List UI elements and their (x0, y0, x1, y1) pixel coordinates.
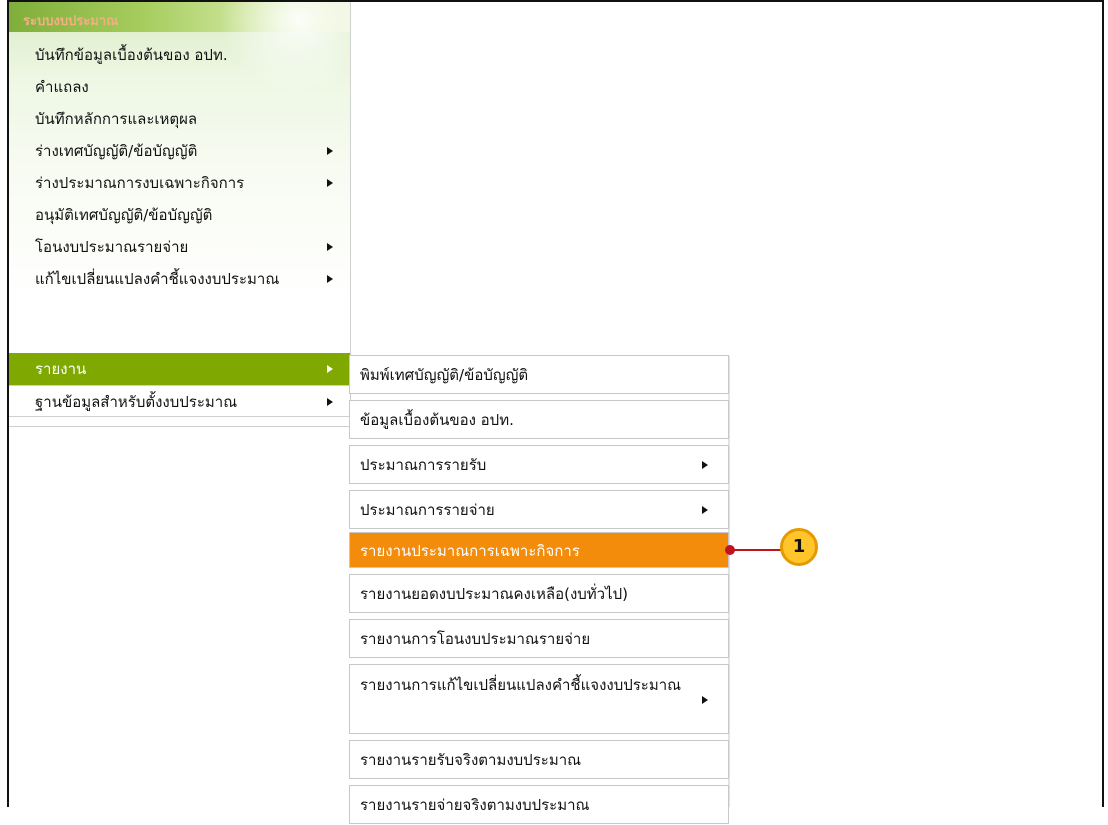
sidebar-item-draft-special-budget[interactable]: ร่างประมาณการงบเฉพาะกิจการ (9, 167, 350, 199)
sidebar-item-transfer-budget[interactable]: โอนงบประมาณรายจ่าย (9, 231, 350, 263)
submenu-item-actual-expense-report[interactable]: รายงานรายจ่ายจริงตามงบประมาณ (349, 785, 729, 824)
submenu-item-label: รายงานรายจ่ายจริงตามงบประมาณ (360, 796, 590, 814)
callout-badge: 1 (780, 528, 818, 566)
sidebar-item-label: โอนงบประมาณรายจ่าย (35, 238, 189, 256)
submenu-item-expense-estimate[interactable]: ประมาณการรายจ่าย (349, 490, 729, 529)
submenu-arrow-icon (702, 506, 708, 514)
submenu-item-actual-revenue-report[interactable]: รายงานรายรับจริงตามงบประมาณ (349, 740, 729, 779)
submenu-item-initial-data[interactable]: ข้อมูลเบื้องต้นของ อปท. (349, 400, 729, 439)
submenu-item-edit-explanation-report[interactable]: รายงานการแก้ไขเปลี่ยนแปลงคำชี้แจงงบประมา… (349, 664, 729, 734)
submenu-item-label: ข้อมูลเบื้องต้นของ อปท. (360, 411, 514, 429)
sidebar-item-edit-explanation[interactable]: แก้ไขเปลี่ยนแปลงคำชี้แจงงบประมาณ (9, 263, 350, 295)
sidebar-item-label: คำแถลง (35, 78, 89, 96)
submenu-item-revenue-estimate[interactable]: ประมาณการรายรับ (349, 445, 729, 484)
sidebar-item-label: บันทึกหลักการและเหตุผล (35, 110, 198, 128)
sidebar-item-draft-ordinance[interactable]: ร่างเทศบัญญัติ/ข้อบัญญัติ (9, 135, 350, 167)
sidebar-item-label: ร่างประมาณการงบเฉพาะกิจการ (35, 174, 245, 192)
submenu-arrow-icon (702, 696, 708, 704)
submenu-item-special-budget-report[interactable]: รายงานประมาณการเฉพาะกิจการ (349, 532, 729, 568)
submenu-item-label: พิมพ์เทศบัญญัติ/ข้อบัญญัติ (360, 366, 529, 384)
sidebar-item-label: อนุมัติเทศบัญญัติ/ข้อบัญญัติ (35, 206, 213, 224)
sidebar-item-label: รายงาน (35, 360, 87, 378)
sidebar-item-label: แก้ไขเปลี่ยนแปลงคำชี้แจงงบประมาณ (35, 270, 280, 288)
callout-line (731, 549, 783, 551)
submenu-item-label: ประมาณการรายจ่าย (360, 501, 495, 519)
sidebar-item-statement[interactable]: คำแถลง (9, 71, 350, 103)
submenu-item-remaining-budget-report[interactable]: รายงานยอดงบประมาณคงเหลือ(งบทั่วไป) (349, 574, 729, 613)
sidebar-item-label: บันทึกข้อมูลเบื้องต้นของ อปท. (35, 46, 228, 64)
callout-dot (725, 545, 735, 555)
submenu-arrow-icon (327, 179, 333, 187)
sidebar-item-label: ร่างเทศบัญญัติ/ข้อบัญญัติ (35, 142, 198, 160)
submenu-item-label: รายงานการโอนงบประมาณรายจ่าย (360, 630, 591, 648)
submenu-arrow-icon (327, 147, 333, 155)
submenu-item-label: รายงานการแก้ไขเปลี่ยนแปลงคำชี้แจงงบประมา… (360, 676, 682, 694)
submenu-item-print-ordinance[interactable]: พิมพ์เทศบัญญัติ/ข้อบัญญัติ (349, 355, 729, 394)
sidebar-item-budget-database[interactable]: ฐานข้อมูลสำหรับตั้งงบประมาณ (9, 385, 350, 417)
submenu-arrow-icon (702, 461, 708, 469)
submenu-item-label: รายงานยอดงบประมาณคงเหลือ(งบทั่วไป) (360, 585, 629, 603)
sidebar-item-reports[interactable]: รายงาน (9, 353, 350, 385)
submenu-item-label: ประมาณการรายรับ (360, 456, 487, 474)
submenu-arrow-icon (327, 243, 333, 251)
submenu-arrow-icon (327, 365, 333, 373)
submenu-arrow-icon (327, 275, 333, 283)
submenu-item-label: รายงานรายรับจริงตามงบประมาณ (360, 751, 582, 769)
sidebar-item-principles[interactable]: บันทึกหลักการและเหตุผล (9, 103, 350, 135)
submenu-item-label: รายงานประมาณการเฉพาะกิจการ (360, 542, 580, 560)
submenu-item-transfer-report[interactable]: รายงานการโอนงบประมาณรายจ่าย (349, 619, 729, 658)
submenu-arrow-icon (327, 398, 333, 406)
sidebar-item-approve-ordinance[interactable]: อนุมัติเทศบัญญัติ/ข้อบัญญัติ (9, 199, 350, 231)
sidebar-item-initial-data[interactable]: บันทึกข้อมูลเบื้องต้นของ อปท. (9, 39, 350, 71)
sidebar-title: ระบบงบประมาณ (23, 14, 119, 29)
sidebar-item-label: ฐานข้อมูลสำหรับตั้งงบประมาณ (35, 393, 238, 411)
